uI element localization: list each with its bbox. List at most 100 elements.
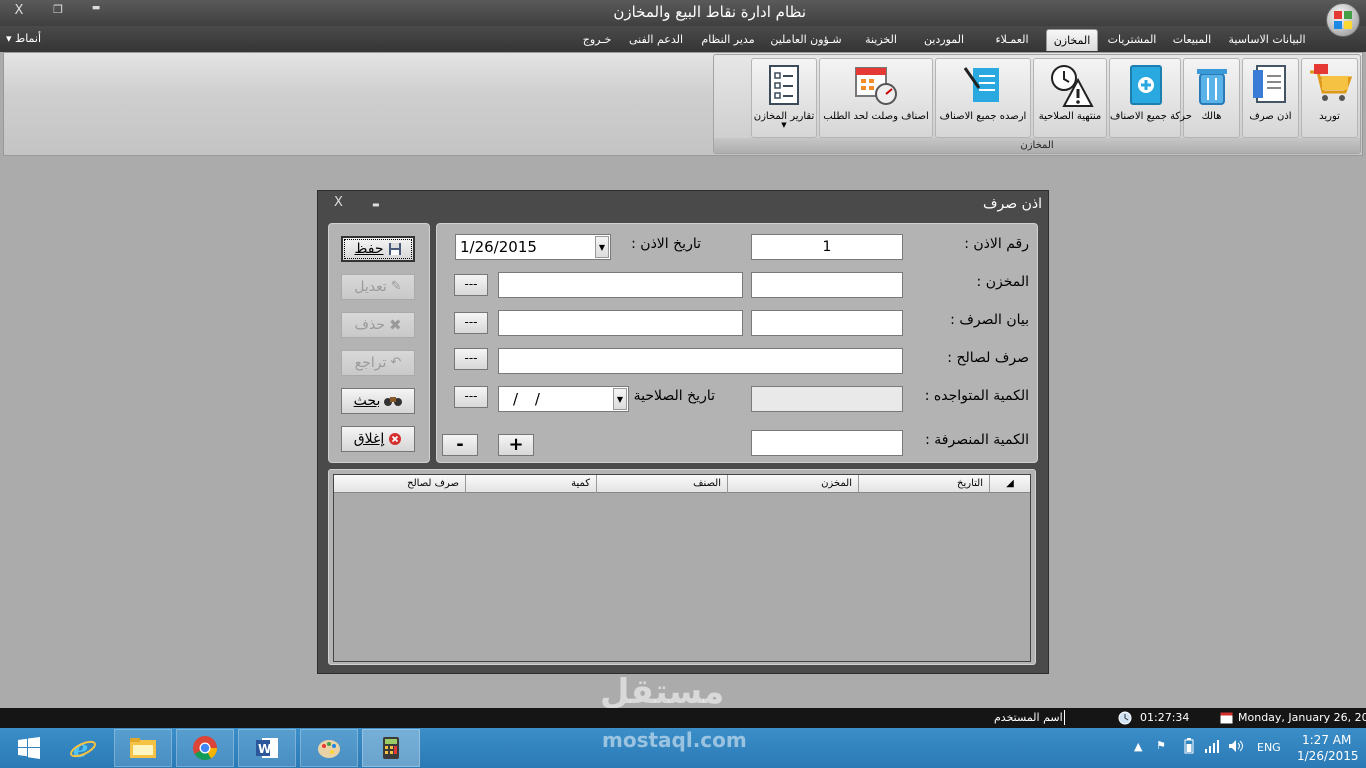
tab-sales[interactable]: المبيعات [1164, 29, 1220, 51]
available-quantity-label: الكمية المتواجده : [924, 388, 1029, 404]
beneficiary-label: صرف لصالح : [947, 350, 1029, 366]
taskbar-word[interactable]: W [238, 729, 296, 767]
chevron-down-icon[interactable]: ▼ [613, 388, 627, 410]
checklist-icon [963, 67, 999, 102]
store-code-field[interactable] [751, 272, 903, 298]
item-name-field[interactable] [498, 310, 743, 336]
items-grid-panel: ◢ التاريخ المخزن الصنف كمية صرف لصالح [328, 469, 1036, 665]
voucher-number-field[interactable]: 1 [751, 234, 903, 260]
tab-purchases[interactable]: المشتريات [1102, 29, 1162, 51]
battery-icon[interactable] [1184, 738, 1194, 757]
taskbar-explorer[interactable] [114, 729, 172, 767]
tab-system-admin[interactable]: مدير النظام [695, 29, 761, 51]
calculator-icon [383, 737, 399, 759]
binoculars-icon [384, 397, 403, 406]
close-button[interactable]: إغلاق [341, 426, 415, 452]
minimize-window-button[interactable]: ▬ [85, 3, 107, 13]
undo-button[interactable]: تراجع ↶ [341, 350, 415, 376]
grid-col-item[interactable]: الصنف [596, 475, 727, 493]
reorder-level-items-button[interactable]: اصناف وصلت لحد الطلب [819, 58, 933, 138]
app-logo-icon [1334, 11, 1352, 29]
styles-menu[interactable]: ▾ أنماط [6, 32, 41, 45]
document-icon [1252, 65, 1286, 103]
cart-icon [1309, 64, 1352, 101]
available-quantity-field [751, 386, 903, 412]
expiry-lookup-button[interactable]: --- [454, 386, 488, 408]
signal-icon[interactable] [1204, 738, 1220, 757]
ribbon: توريد اذن صرف هالك حركة جميع الاصناف منت… [3, 52, 1363, 156]
internet-explorer-icon: e [70, 734, 96, 762]
app-menu-button[interactable] [1326, 3, 1360, 37]
tab-customers[interactable]: العمـلاء [984, 29, 1040, 51]
item-lookup-button[interactable]: --- [454, 312, 488, 334]
all-items-balances-button[interactable]: ارصده جميع الاصناف [935, 58, 1031, 138]
status-bar: Monday, January 26, 2015 01:27:34 اسم ال… [0, 708, 1366, 728]
taskbar-paint[interactable] [300, 729, 358, 767]
tab-suppliers[interactable]: الموردين [914, 29, 974, 51]
dialog-minimize-button[interactable]: ▬ [372, 200, 380, 209]
word-icon: W [256, 738, 278, 758]
tab-basic-data[interactable]: البيانات الاساسية [1222, 29, 1312, 51]
voucher-date-picker[interactable]: 1/26/2015 ▼ [455, 234, 611, 260]
taskbar-pos-app[interactable] [362, 729, 420, 767]
status-username-field [1064, 710, 1112, 725]
title-bar: X ❐ ▬ نظام ادارة نقاط البيع والمخازن [0, 0, 1366, 26]
calendar-icon [1220, 711, 1233, 727]
ribbon-group-stores: توريد اذن صرف هالك حركة جميع الاصناف منت… [713, 54, 1361, 154]
store-name-field[interactable] [498, 272, 743, 298]
expiry-date-picker[interactable]: / / ▼ [498, 386, 629, 412]
tab-stores[interactable]: المخازن [1046, 29, 1098, 51]
tray-clock-time[interactable]: 1:27 AM [1302, 733, 1351, 747]
grid-col-date[interactable]: التاريخ [858, 475, 989, 493]
all-items-movement-button[interactable]: حركة جميع الاصناف [1109, 58, 1192, 138]
floppy-icon [388, 243, 401, 255]
trash-icon [1196, 69, 1227, 105]
beneficiary-field[interactable] [498, 348, 903, 374]
menu-bar: ▾ أنماط البيانات الاساسية المبيعات المشت… [0, 26, 1366, 52]
search-button[interactable]: بحث [341, 388, 415, 414]
expired-items-button[interactable]: منتهية الصلاحية [1033, 58, 1107, 138]
tab-support[interactable]: الدعم الفنى [625, 29, 687, 51]
start-button[interactable] [0, 729, 58, 767]
delete-button[interactable]: حذف ✖ [341, 312, 415, 338]
restore-window-button[interactable]: ❐ [47, 3, 69, 16]
chevron-down-icon[interactable]: ▼ [595, 236, 609, 258]
save-button[interactable]: حفظ [341, 236, 415, 262]
voucher-form-panel: رقم الاذن : 1 تاريخ الاذن : 1/26/2015 ▼ … [436, 223, 1038, 463]
windows-logo-icon [18, 737, 40, 759]
add-item-button[interactable]: + [498, 434, 534, 456]
items-grid[interactable]: ◢ التاريخ المخزن الصنف كمية صرف لصالح [333, 474, 1031, 662]
clock-icon [1118, 711, 1132, 728]
stores-reports-button[interactable]: تقارير المخازن ▼ [751, 58, 817, 138]
tray-expand-icon[interactable]: ▲ [1134, 740, 1142, 753]
language-indicator[interactable]: ENG [1257, 741, 1281, 754]
remove-item-button[interactable]: - [442, 434, 478, 456]
grid-col-store[interactable]: المخزن [727, 475, 858, 493]
dialog-close-button[interactable]: X [334, 195, 343, 210]
item-code-field[interactable] [751, 310, 903, 336]
issued-quantity-field[interactable] [751, 430, 903, 456]
grid-col-beneficiary[interactable]: صرف لصالح [334, 475, 465, 493]
issue-voucher-dialog: X ▬ اذن صرف حفظ تعديل ✎ حذف ✖ تراجع ↶ بح… [317, 190, 1049, 674]
tray-clock-date[interactable]: 1/26/2015 [1297, 749, 1359, 763]
grid-select-all-icon[interactable]: ◢ [989, 475, 1030, 493]
volume-icon[interactable] [1228, 738, 1244, 757]
tab-treasury[interactable]: الخزينة [855, 29, 907, 51]
watermark-url: mostaql.com [602, 728, 747, 752]
grid-header: ◢ التاريخ المخزن الصنف كمية صرف لصالح [334, 475, 1030, 493]
tab-exit[interactable]: خـروج [575, 29, 619, 51]
store-lookup-button[interactable]: --- [454, 274, 488, 296]
edit-button[interactable]: تعديل ✎ [341, 274, 415, 300]
issue-voucher-button[interactable]: اذن صرف [1242, 58, 1299, 138]
flag-icon[interactable]: ⚑ [1156, 739, 1166, 752]
taskbar-chrome[interactable] [176, 729, 234, 767]
voucher-number-label: رقم الاذن : [964, 236, 1029, 252]
close-window-button[interactable]: X [8, 3, 30, 18]
grid-col-quantity[interactable]: كمية [465, 475, 596, 493]
taskbar-ie[interactable]: e [54, 729, 112, 767]
supply-button[interactable]: توريد [1301, 58, 1358, 138]
tab-employees[interactable]: شـؤون العاملين [766, 29, 846, 51]
beneficiary-lookup-button[interactable]: --- [454, 348, 488, 370]
paint-palette-icon [318, 740, 340, 758]
damaged-button[interactable]: هالك [1183, 58, 1240, 138]
